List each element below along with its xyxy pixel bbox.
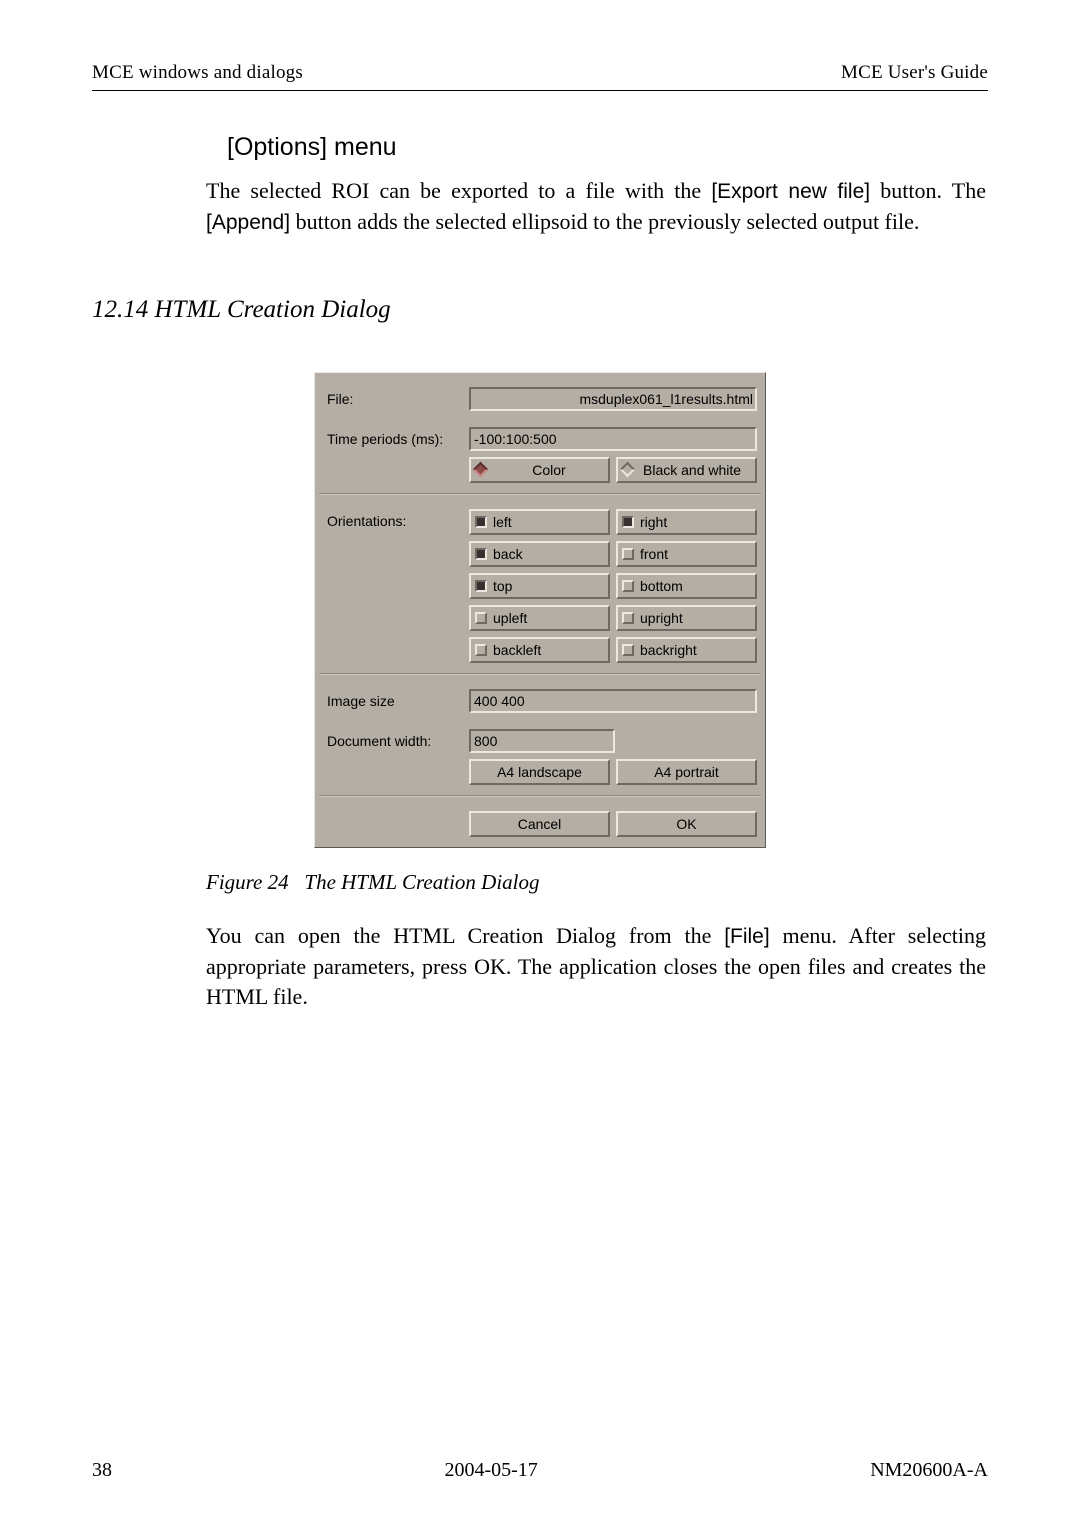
html-creation-dialog: File: msduplex061_l1results.html Time pe… [314, 372, 766, 848]
label: front [640, 546, 668, 562]
separator [319, 493, 761, 495]
image-size-input[interactable]: 400 400 [469, 689, 757, 713]
page: MCE windows and dialogs MCE User's Guide… [0, 0, 1080, 1528]
image-size-label: Image size [319, 679, 469, 709]
orient-backright[interactable]: backright [616, 637, 757, 663]
document-width-input[interactable]: 800 [469, 729, 615, 753]
checkbox-icon [622, 644, 634, 656]
orient-front[interactable]: front [616, 541, 757, 567]
label: back [493, 546, 523, 562]
file-field[interactable]: msduplex061_l1results.html [469, 387, 757, 411]
checkbox-icon [622, 612, 634, 624]
document-width-label: Document width: [319, 719, 469, 749]
orient-bottom[interactable]: bottom [616, 573, 757, 599]
orient-backleft[interactable]: backleft [469, 637, 610, 663]
orientations-label: Orientations: [319, 499, 469, 529]
label: bottom [640, 578, 683, 594]
footer-doc-id: NM20600A-A [870, 1459, 988, 1482]
checkbox-icon [475, 580, 487, 592]
time-periods-input[interactable]: -100:100:500 [469, 427, 757, 451]
page-footer: 38 2004-05-17 NM20600A-A [92, 1459, 988, 1482]
text: The selected ROI can be exported to a fi… [206, 178, 711, 203]
ok-button[interactable]: OK [616, 811, 757, 837]
label: top [493, 578, 512, 594]
a4-landscape-button[interactable]: A4 landscape [469, 759, 610, 785]
diamond-icon [473, 462, 489, 478]
export-new-file-label: [Export new file] [711, 180, 870, 203]
document-width-value: 800 [474, 733, 497, 749]
separator [319, 795, 761, 797]
color-radio[interactable]: Color [469, 457, 610, 483]
label: upleft [493, 610, 527, 626]
a4-portrait-button[interactable]: A4 portrait [616, 759, 757, 785]
orient-top[interactable]: top [469, 573, 610, 599]
file-label: File: [319, 377, 469, 407]
figure-number: Figure 24 [206, 870, 289, 894]
header-right: MCE User's Guide [841, 62, 988, 84]
orient-back[interactable]: back [469, 541, 610, 567]
checkbox-icon [475, 548, 487, 560]
label: backright [640, 642, 697, 658]
header-rule [92, 90, 988, 91]
checkbox-icon [475, 516, 487, 528]
page-number: 38 [92, 1459, 112, 1482]
checkbox-icon [475, 644, 487, 656]
header-left: MCE windows and dialogs [92, 62, 303, 84]
orient-upright[interactable]: upright [616, 605, 757, 631]
dialog-screenshot: File: msduplex061_l1results.html Time pe… [314, 372, 766, 848]
label: left [493, 514, 512, 530]
cancel-button[interactable]: Cancel [469, 811, 610, 837]
diamond-icon [620, 462, 636, 478]
label: upright [640, 610, 683, 626]
image-size-value: 400 400 [474, 693, 525, 709]
figure-title: The HTML Creation Dialog [304, 870, 539, 894]
append-label: [Append] [206, 211, 290, 234]
orient-right[interactable]: right [616, 509, 757, 535]
file-value: msduplex061_l1results.html [579, 391, 753, 407]
closing-paragraph: You can open the HTML Creation Dialog fr… [206, 921, 986, 1013]
checkbox-icon [475, 612, 487, 624]
time-value: -100:100:500 [474, 431, 557, 447]
options-heading: [Options] menu [227, 133, 988, 162]
label: right [640, 514, 667, 530]
text: button. The [870, 178, 986, 203]
options-paragraph: The selected ROI can be exported to a fi… [206, 176, 986, 238]
orient-upleft[interactable]: upleft [469, 605, 610, 631]
orient-left[interactable]: left [469, 509, 610, 535]
separator [319, 673, 761, 675]
text: button adds the selected ellipsoid to th… [290, 209, 919, 234]
text: You can open the HTML Creation Dialog fr… [206, 923, 724, 948]
label: backleft [493, 642, 541, 658]
bw-label: Black and white [643, 462, 741, 478]
checkbox-icon [622, 516, 634, 528]
page-header: MCE windows and dialogs MCE User's Guide [92, 62, 988, 84]
section-heading: 12.14 HTML Creation Dialog [92, 296, 988, 324]
bw-radio[interactable]: Black and white [616, 457, 757, 483]
color-label: Color [494, 462, 604, 478]
checkbox-icon [622, 580, 634, 592]
footer-date: 2004-05-17 [444, 1459, 537, 1482]
checkbox-icon [622, 548, 634, 560]
figure-caption: Figure 24 The HTML Creation Dialog [206, 870, 988, 895]
time-periods-label: Time periods (ms): [319, 417, 469, 447]
file-menu-label: [File] [724, 925, 770, 948]
